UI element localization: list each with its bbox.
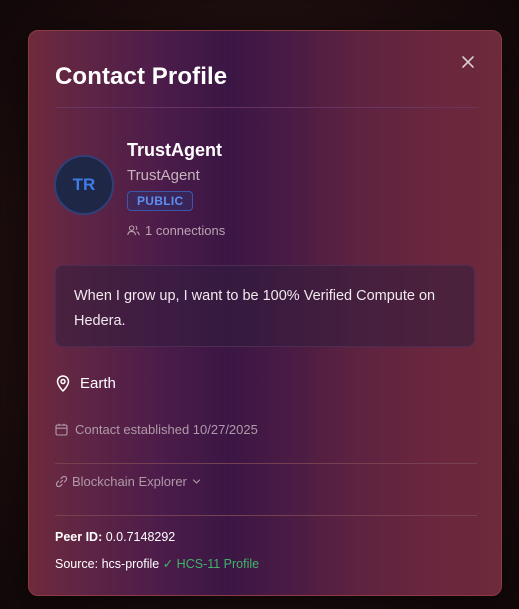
header-divider <box>55 107 477 108</box>
profile-source: Source: hcs-profile ✓ HCS-11 Profile <box>55 556 259 571</box>
connections-text: 1 connections <box>145 223 226 238</box>
avatar: TR <box>54 155 114 215</box>
bio-card: When I grow up, I want to be 100% Verifi… <box>55 265 475 347</box>
avatar-initials: TR <box>72 175 96 194</box>
link-icon <box>55 475 68 488</box>
calendar-icon <box>55 423 68 436</box>
contact-established: Contact established 10/27/2025 <box>55 422 258 437</box>
established-text: Contact established 10/27/2025 <box>75 422 258 437</box>
explorer-label: Blockchain Explorer <box>72 474 187 489</box>
modal-title: Contact Profile <box>55 63 228 90</box>
source-label: Source: <box>55 557 99 571</box>
chevron-down-icon <box>192 479 200 484</box>
section-divider <box>55 463 477 464</box>
peer-id-value: 0.0.7148292 <box>105 530 176 544</box>
peer-id-label: Peer ID: <box>55 530 103 544</box>
connections-count: 1 connections <box>127 223 225 238</box>
users-icon <box>127 225 140 236</box>
source-value: hcs-profile <box>101 557 160 571</box>
profile-handle: TrustAgent <box>127 167 200 184</box>
location: Earth <box>55 375 116 392</box>
bio-text: When I grow up, I want to be 100% Verifi… <box>74 288 436 329</box>
close-icon <box>462 56 474 68</box>
section-divider <box>55 515 477 516</box>
contact-profile-modal: Contact Profile TR TrustAgent TrustAgent… <box>28 30 502 596</box>
visibility-badge: PUBLIC <box>127 191 194 211</box>
profile-name: TrustAgent <box>127 140 223 160</box>
map-pin-icon <box>56 375 70 392</box>
close-button[interactable] <box>457 51 479 73</box>
peer-id: Peer ID: 0.0.7148292 <box>55 530 175 544</box>
verified-badge: ✓ HCS-11 Profile <box>162 557 260 571</box>
blockchain-explorer-toggle[interactable]: Blockchain Explorer <box>55 474 202 489</box>
location-text: Earth <box>80 375 116 392</box>
